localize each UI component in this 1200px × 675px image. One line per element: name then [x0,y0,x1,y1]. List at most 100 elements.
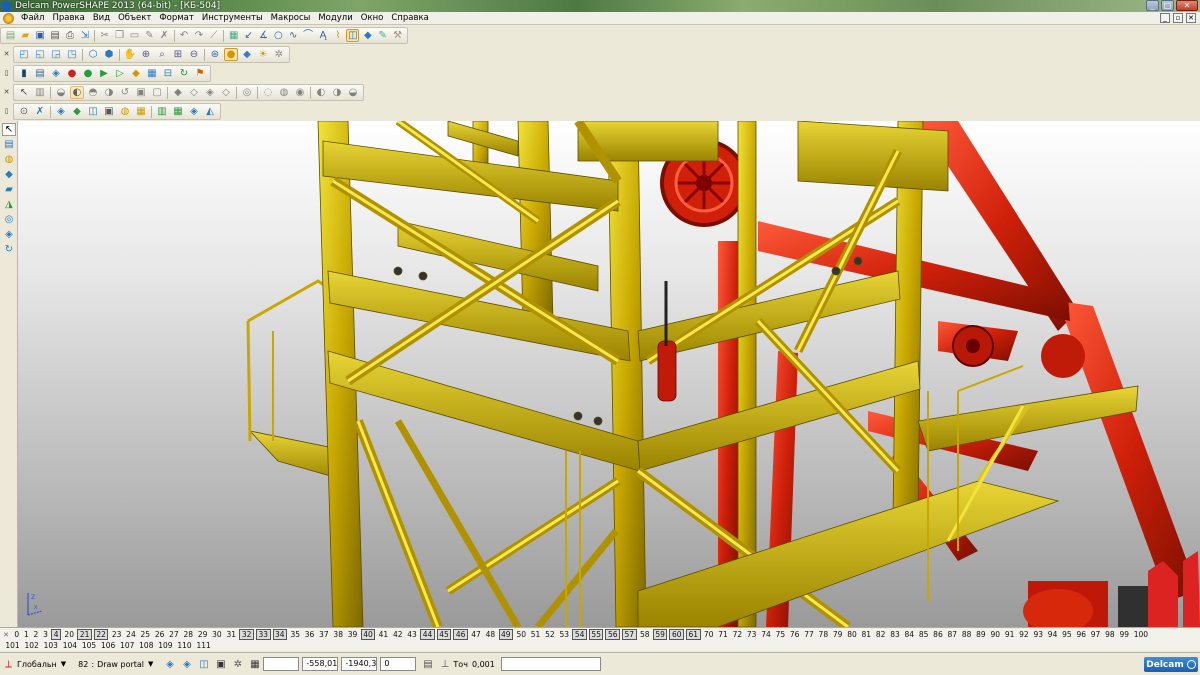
arc-icon[interactable]: ⌒ [302,29,315,42]
spin-icon[interactable]: ↻ [2,243,16,256]
refresh-icon[interactable]: ↻ [177,67,191,80]
level-59[interactable]: 59 [652,629,668,640]
pattern-icon[interactable]: ▦ [134,105,148,118]
level-106[interactable]: 106 [99,641,118,650]
level-91[interactable]: 91 [1002,630,1016,639]
box-icon[interactable]: ◆ [2,168,16,181]
zoom-box-icon[interactable]: ⊞ [171,48,185,61]
solid-a-icon[interactable]: ◒ [54,86,68,99]
measure-icon[interactable]: ▮ [17,67,31,80]
level-75[interactable]: 75 [773,630,787,639]
delete-icon[interactable]: ✎ [143,29,156,42]
level-48[interactable]: 48 [483,630,497,639]
menu-window[interactable]: Окно [357,13,388,23]
level-44[interactable]: 44 [420,629,435,640]
level-93[interactable]: 93 [1031,630,1045,639]
level-102[interactable]: 102 [22,641,41,650]
select-filter-2-icon[interactable]: ◈ [180,658,193,671]
array-icon[interactable]: ▦ [171,105,185,118]
angle-icon[interactable]: ∡ [257,29,270,42]
solid-n-icon[interactable]: ◍ [277,86,291,99]
level-25[interactable]: 25 [138,630,152,639]
level-73[interactable]: 73 [745,630,759,639]
cube-blue-icon[interactable]: ◈ [49,67,63,80]
sketch-icon[interactable]: ✎ [376,29,389,42]
menu-edit[interactable]: Правка [48,13,88,23]
solid-f-icon[interactable]: ▣ [134,86,148,99]
level-21[interactable]: 21 [77,629,92,640]
iso1-icon[interactable]: ⬡ [86,48,100,61]
level-4[interactable]: 4 [51,629,62,640]
solid-add-icon[interactable]: ◍ [2,153,16,166]
solid-j-icon[interactable]: ◈ [203,86,217,99]
solid-e-icon[interactable]: ↺ [118,86,132,99]
level-35[interactable]: 35 [288,630,302,639]
level-50[interactable]: 50 [514,630,528,639]
level-95[interactable]: 95 [1060,630,1074,639]
workplane-view-icon[interactable]: ◫ [197,658,210,671]
level-37[interactable]: 37 [317,630,331,639]
menu-modules[interactable]: Модули [314,13,356,23]
level-30[interactable]: 30 [210,630,224,639]
erase-icon[interactable]: ✗ [158,29,171,42]
level-39[interactable]: 39 [345,630,359,639]
level-29[interactable]: 29 [195,630,209,639]
workplane-select[interactable]: Глобальн ▼ [17,660,70,669]
level-89[interactable]: 89 [974,630,988,639]
mirror-icon[interactable]: ▥ [155,105,169,118]
save-icon[interactable]: ▣ [34,29,47,42]
spline-icon[interactable]: ⌇ [331,29,344,42]
level-49[interactable]: 49 [498,629,514,640]
dropdown-arrow-icon[interactable]: ▼ [61,660,66,668]
solid-q-icon[interactable]: ◑ [330,86,344,99]
copy-icon[interactable]: ❐ [113,29,126,42]
axis-icon[interactable]: ⊥ [438,658,451,671]
level-82[interactable]: 82 [873,630,887,639]
extrusion-icon[interactable]: ◈ [2,228,16,241]
level-80[interactable]: 80 [845,630,859,639]
level-101[interactable]: 101 [3,641,22,650]
level-27[interactable]: 27 [167,630,181,639]
solid-icon[interactable]: ◆ [361,29,374,42]
level-84[interactable]: 84 [902,630,916,639]
level-79[interactable]: 79 [830,630,844,639]
solid-p-icon[interactable]: ◐ [314,86,328,99]
surface-icon[interactable]: ◫ [346,29,360,42]
cursor-icon[interactable]: ↖ [17,86,31,99]
toolbar-grip-icon-2[interactable]: ▯ [2,107,11,116]
zoom-icon[interactable]: ⊕ [139,48,153,61]
flag-icon[interactable]: ⚑ [193,67,207,80]
level-92[interactable]: 92 [1017,630,1031,639]
close-button[interactable]: ✕ [1176,0,1198,11]
pan-icon[interactable]: ✋ [123,48,137,61]
zoom-out-icon[interactable]: ⊖ [187,48,201,61]
intelligent-cursor-icon[interactable]: ▣ [214,658,227,671]
level-20[interactable]: 20 [62,630,76,639]
level-58[interactable]: 58 [638,630,652,639]
level-52[interactable]: 52 [543,630,557,639]
level-100[interactable]: 100 [1131,630,1150,639]
shade-icon[interactable]: ● [224,48,238,61]
paste-icon[interactable]: ▭ [128,29,141,42]
maximize-button[interactable]: □ [1161,0,1174,11]
tolerance-value[interactable]: 0,001 [472,660,495,669]
xy-icon[interactable]: ✗ [33,105,47,118]
solid-g-icon[interactable]: ▢ [150,86,164,99]
view-top-icon[interactable]: ◲ [49,48,63,61]
triangle-green-icon[interactable]: ▶ [97,67,111,80]
level-22[interactable]: 22 [93,629,109,640]
solid-r-icon[interactable]: ◒ [346,86,360,99]
new-icon[interactable]: ▤ [4,29,17,42]
level-105[interactable]: 105 [79,641,98,650]
solid-h-icon[interactable]: ◆ [171,86,185,99]
dimension-icon[interactable]: Ą [317,29,330,42]
calculator-icon[interactable]: ▤ [421,658,434,671]
level-61[interactable]: 61 [685,629,701,640]
y-coordinate[interactable]: -1940,3 [341,657,378,671]
menu-format[interactable]: Формат [155,13,198,23]
minimize-button[interactable]: _ [1146,0,1159,11]
iso2-icon[interactable]: ⬢ [102,48,116,61]
mdi-close-button[interactable]: ✕ [1186,13,1196,23]
level-109[interactable]: 109 [156,641,175,650]
level-76[interactable]: 76 [788,630,802,639]
